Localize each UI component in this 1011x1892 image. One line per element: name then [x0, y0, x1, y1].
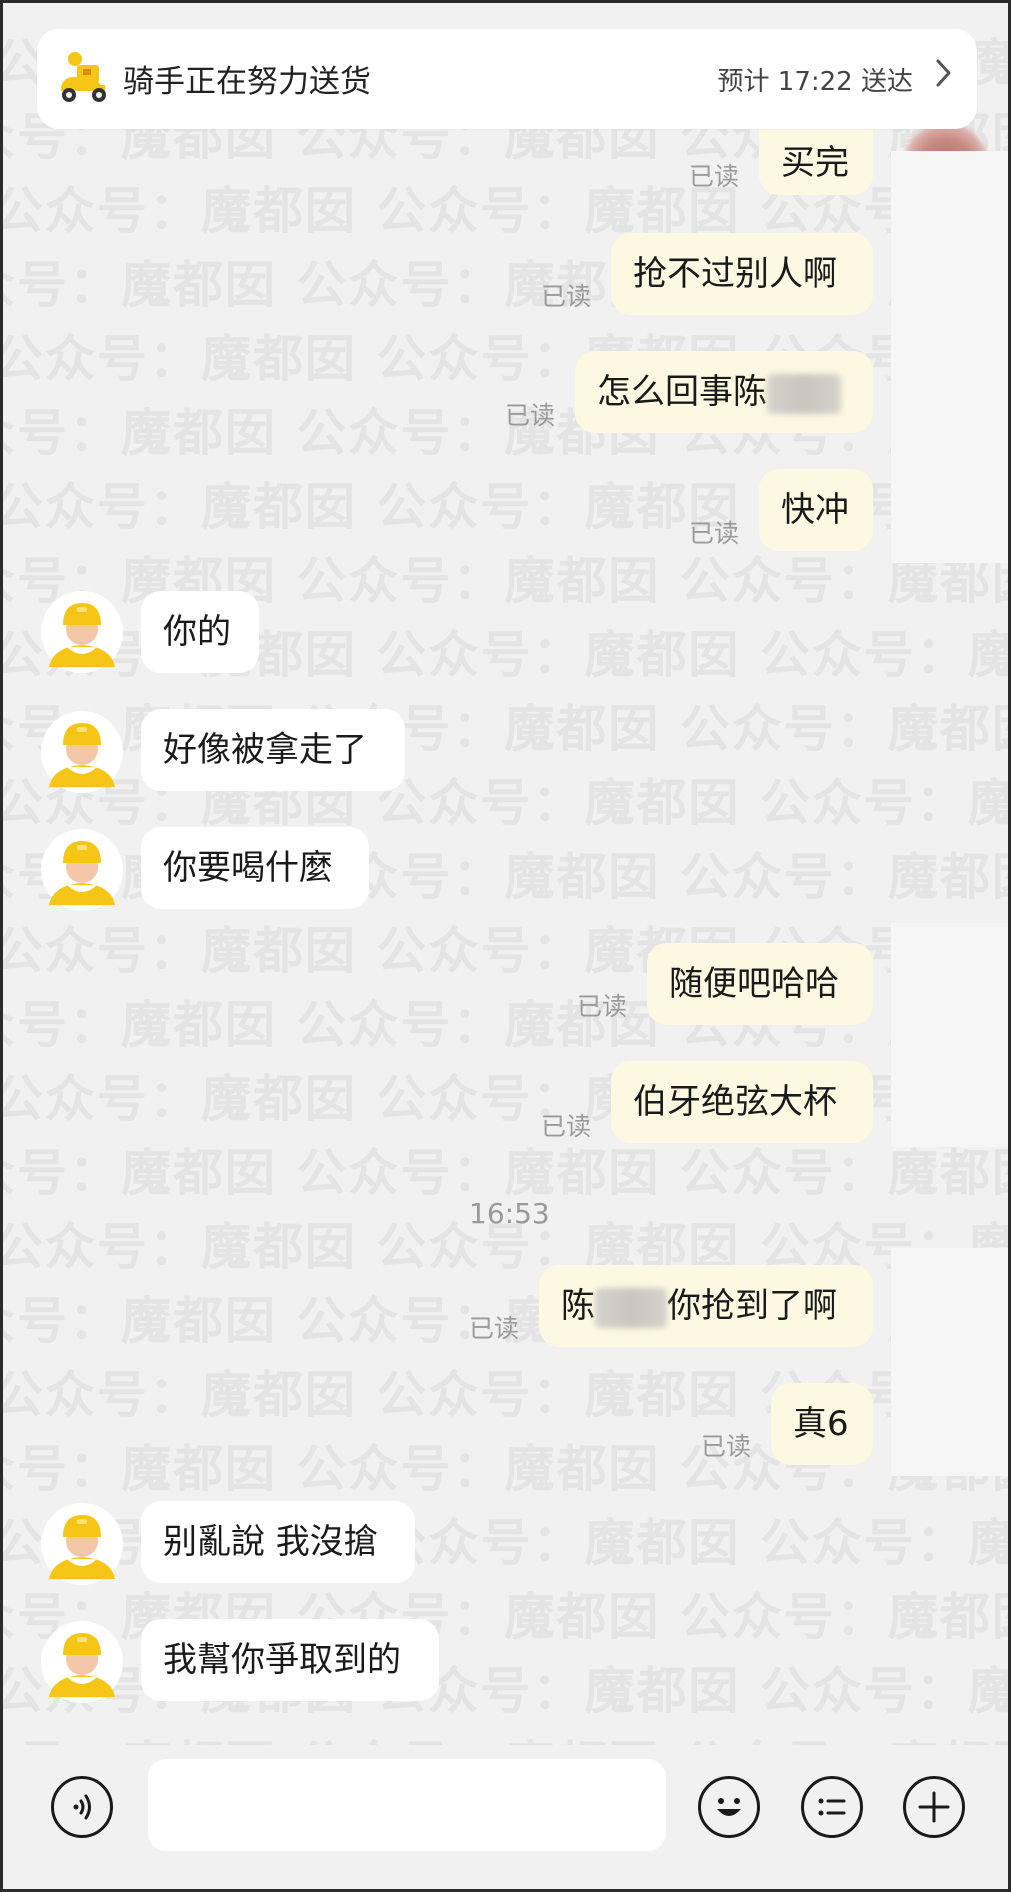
- message-input[interactable]: [148, 1759, 666, 1851]
- rider-avatar-icon[interactable]: [41, 1503, 123, 1585]
- list-icon: [818, 1798, 846, 1816]
- incoming-message[interactable]: 我幫你爭取到的: [141, 1619, 439, 1701]
- rider-avatar-icon[interactable]: [41, 829, 123, 911]
- screen: 公众号：魔都囡 公众号：魔都囡 公众号：魔都囡 公众号：魔都囡 公众号：魔都囡 …: [0, 0, 1011, 1892]
- avatar-column: [891, 151, 1008, 563]
- read-receipt: 已读: [541, 282, 592, 311]
- incoming-message[interactable]: 你的: [141, 591, 259, 673]
- outgoing-message[interactable]: 伯牙绝弦大杯: [611, 1061, 873, 1143]
- delivery-status-title: 骑手正在努力送货: [123, 64, 371, 100]
- read-receipt: 已读: [689, 162, 740, 191]
- read-receipt: 已读: [689, 519, 740, 548]
- rider-scooter-icon: [61, 52, 106, 102]
- outgoing-message[interactable]: 怎么回事陈: [575, 351, 873, 433]
- avatar-column: [891, 1248, 1008, 1476]
- outgoing-message[interactable]: 真6: [771, 1383, 873, 1465]
- rider-avatar-icon[interactable]: [41, 1621, 123, 1703]
- quick-reply-button[interactable]: [801, 1776, 863, 1838]
- redacted-name: [767, 373, 841, 414]
- rider-avatar-icon[interactable]: [41, 711, 123, 793]
- avatar-column: [891, 923, 1008, 1147]
- chevron-right-icon[interactable]: [933, 55, 955, 91]
- read-receipt: 已读: [469, 1314, 520, 1343]
- incoming-message[interactable]: 别亂說 我沒搶: [141, 1501, 415, 1583]
- message-text: 怎么回事陈: [597, 372, 767, 412]
- voice-button[interactable]: [51, 1776, 113, 1838]
- message-text-prefix: 陈: [561, 1286, 595, 1326]
- message-timestamp: 16:53: [469, 1197, 550, 1230]
- redacted-name: [595, 1287, 667, 1328]
- outgoing-message[interactable]: 陈 你抢到了啊: [539, 1265, 873, 1347]
- outgoing-message[interactable]: 快冲: [759, 469, 873, 551]
- read-receipt: 已读: [505, 401, 556, 430]
- smiley-icon: [717, 1798, 741, 1816]
- read-receipt: 已读: [577, 992, 628, 1021]
- more-button[interactable]: [903, 1776, 965, 1838]
- eta-label: 预计 17:22 送达: [717, 67, 913, 97]
- read-receipt: 已读: [701, 1432, 752, 1461]
- chat-area: 已读 买完 已读 抢不过别人啊 已读 怎么回事陈 已读 快冲 你的 好像被拿走了…: [3, 3, 1008, 1889]
- message-text: 你抢到了啊: [667, 1286, 837, 1326]
- read-receipt: 已读: [541, 1112, 592, 1141]
- outgoing-message[interactable]: 抢不过别人啊: [611, 233, 873, 315]
- plus-icon: [918, 1791, 950, 1823]
- delivery-status-card[interactable]: 骑手正在努力送货 预计 17:22 送达: [37, 29, 977, 129]
- rider-avatar-icon[interactable]: [41, 591, 123, 673]
- outgoing-message[interactable]: 随便吧哈哈: [647, 943, 873, 1025]
- incoming-message[interactable]: 好像被拿走了: [141, 709, 405, 791]
- input-bar: [3, 1745, 1008, 1889]
- emoji-button[interactable]: [698, 1776, 760, 1838]
- incoming-message[interactable]: 你要喝什麼: [141, 827, 369, 909]
- voice-icon: [73, 1794, 91, 1820]
